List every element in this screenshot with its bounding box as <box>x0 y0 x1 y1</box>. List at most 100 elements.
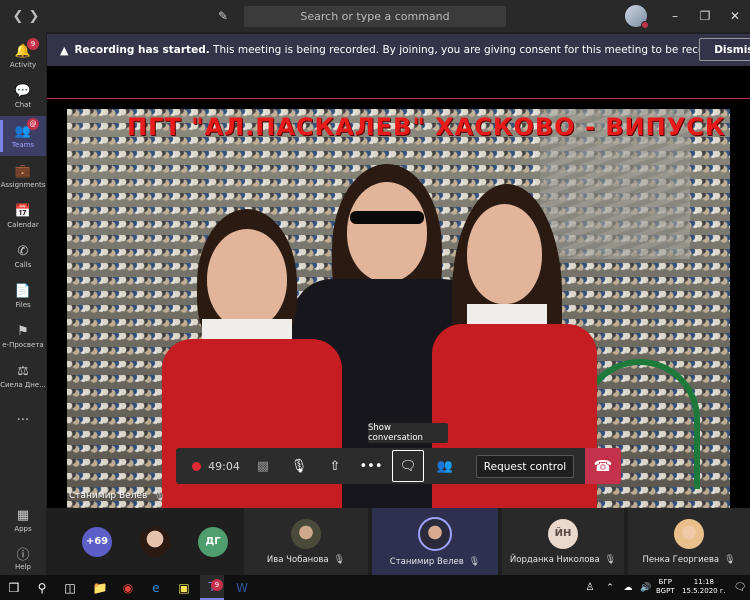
rail-item-apps[interactable]: ▦ Apps <box>0 500 46 540</box>
participant-tile-active[interactable]: Станимир Велев 🎙 <box>372 508 498 575</box>
recording-banner: ▲ Recording has started. This meeting is… <box>47 34 750 66</box>
activity-badge: 9 <box>27 38 39 50</box>
rail-label-calendar: Calendar <box>7 221 39 229</box>
search-icon[interactable]: ⚲ <box>30 575 54 600</box>
share-screen-icon[interactable]: ⇧ <box>320 448 350 484</box>
mic-muted-icon: 🎙 <box>333 554 346 565</box>
search-input[interactable]: Search or type a command <box>244 6 506 27</box>
minimize-icon[interactable]: – <box>658 0 692 32</box>
rail-item-siela[interactable]: ⚖ Сиела Дне... <box>0 356 46 396</box>
participant-tile[interactable]: Пенка Георгиева 🎙 <box>628 508 750 575</box>
rail-label-eprosveta: е-Просвета <box>2 341 44 349</box>
phone-icon: ✆ <box>17 243 29 259</box>
word-icon[interactable]: W <box>230 575 254 600</box>
participant-overflow[interactable]: +69 <box>77 508 117 575</box>
help-icon: ⓘ <box>16 547 30 563</box>
rail-label-chat: Chat <box>14 101 32 109</box>
warning-icon: ▲ <box>60 44 69 57</box>
avatar: ДГ <box>198 526 228 557</box>
rail-item-assignments[interactable]: 💼 Assignments <box>0 156 46 196</box>
teams-icon: 👥 @ <box>14 118 39 139</box>
mic-muted-icon[interactable]: 🎙 <box>284 448 314 484</box>
teams-taskbar-icon[interactable]: T9 <box>200 575 224 600</box>
photo-title: ПГТ "АЛ.ПАСКАЛЕВ" ХАСКОВО - ВИПУСК 2020 <box>127 113 730 141</box>
mic-muted-icon: 🎙 <box>604 554 617 565</box>
title-bar: ❮ ❯ ✎ Search or type a command – ❐ ✕ <box>0 0 750 32</box>
banner-title: Recording has started. <box>74 44 210 56</box>
rail-label-siela: Сиела Дне... <box>0 381 46 389</box>
participants-icon[interactable]: 👥 <box>430 448 460 484</box>
bell-icon: 🔔 9 <box>14 38 39 59</box>
scales-icon: ⚖ <box>17 363 29 379</box>
request-control-button[interactable]: Request control <box>476 455 574 478</box>
more-actions-icon[interactable]: ••• <box>356 448 386 484</box>
windows-start-icon[interactable]: ❒ <box>2 575 26 600</box>
rail-item-help[interactable]: ⓘ Help <box>0 538 46 578</box>
edge-icon[interactable]: e <box>144 575 168 600</box>
banner-text: Recording has started. This meeting is b… <box>74 44 750 56</box>
hang-up-icon: ☎ <box>593 457 613 475</box>
rail-label-apps: Apps <box>14 525 32 533</box>
show-conversation-button[interactable]: 🗨 <box>392 450 424 482</box>
chrome-icon[interactable]: ◉ <box>116 575 140 600</box>
participant-tile[interactable]: ДГ <box>193 508 233 575</box>
teams-badge: @ <box>27 118 39 130</box>
new-chat-compose-icon[interactable]: ✎ <box>214 7 232 25</box>
rail-label-calls: Calls <box>14 261 32 269</box>
participant-tile[interactable]: ЙН Йорданка Николова 🎙 <box>502 508 624 575</box>
mic-muted-icon: 🎙 <box>153 490 166 502</box>
status-dot <box>641 21 649 29</box>
user-avatar[interactable] <box>625 5 649 29</box>
bookmark-icon: ⚑ <box>17 323 29 339</box>
file-explorer-icon[interactable]: 📁 <box>88 575 112 600</box>
avatar <box>140 526 170 557</box>
chat-icon: 💬 <box>14 83 32 99</box>
camera-off-icon[interactable]: ▩ <box>248 448 278 484</box>
rail-item-chat[interactable]: 💬 Chat <box>0 76 46 116</box>
rail-item-calendar[interactable]: 📅 Calendar <box>0 196 46 236</box>
hang-up-button[interactable]: ☎ <box>585 448 621 484</box>
language-indicator[interactable]: БГР BGPT <box>656 578 675 596</box>
close-icon[interactable]: ✕ <box>718 0 750 32</box>
task-view-icon[interactable]: ◫ <box>58 575 82 600</box>
avatar: +69 <box>82 526 112 557</box>
sticky-notes-icon[interactable]: ▣ <box>172 575 196 600</box>
rail-item-activity[interactable]: 🔔 9 Activity <box>0 36 46 76</box>
presenter-label: Станимир Велев 🎙 <box>47 484 337 508</box>
mic-muted-icon: 🎙 <box>724 554 736 565</box>
presenter-name: Станимир Велев <box>69 491 148 501</box>
dismiss-button[interactable]: Dismiss <box>699 38 750 61</box>
rail-item-eprosveta[interactable]: ⚑ е-Просвета <box>0 316 46 356</box>
participant-tile[interactable] <box>135 508 175 575</box>
avatar <box>291 518 321 549</box>
rail-more-button[interactable]: ... <box>0 396 46 436</box>
calendar-icon: 📅 <box>14 203 32 219</box>
rail-item-files[interactable]: 📄 Files <box>0 276 46 316</box>
avatar <box>674 518 704 549</box>
shared-screen: ПГТ "АЛ.ПАСКАЛЕВ" ХАСКОВО - ВИПУСК 2020 <box>47 98 750 508</box>
notifications-icon[interactable]: 🗨 <box>728 575 750 600</box>
volume-icon[interactable]: 🔊 <box>634 575 658 600</box>
rail-item-calls[interactable]: ✆ Calls <box>0 236 46 276</box>
clock[interactable]: 11:18 15.5.2020 г. <box>682 578 726 596</box>
avatar <box>418 516 452 551</box>
sunglasses <box>350 211 424 224</box>
file-icon: 📄 <box>14 283 32 299</box>
participant-name: Станимир Велев <box>389 556 464 567</box>
maximize-icon[interactable]: ❐ <box>688 0 722 32</box>
rail-label-assignments: Assignments <box>0 181 46 189</box>
avatar: ЙН <box>548 518 578 549</box>
assignments-icon: 💼 <box>14 163 32 179</box>
forward-arrow-icon[interactable]: ❯ <box>24 0 44 32</box>
participant-tile[interactable]: Ива Чобанова 🎙 <box>244 508 368 575</box>
rail-label-activity: Activity <box>9 61 37 69</box>
tooltip: Show conversation <box>368 423 448 443</box>
rail-label-teams: Teams <box>11 141 35 149</box>
participant-name: Пенка Георгиева <box>642 554 720 565</box>
apps-icon: ▦ <box>16 507 30 523</box>
more-icon: ... <box>16 408 30 424</box>
teams-taskbar-badge: 9 <box>211 579 223 591</box>
rail-item-teams[interactable]: 👥 @ Teams <box>0 116 46 156</box>
participant-name: Ива Чобанова <box>266 554 329 565</box>
call-timer: 49:04 <box>208 459 240 473</box>
